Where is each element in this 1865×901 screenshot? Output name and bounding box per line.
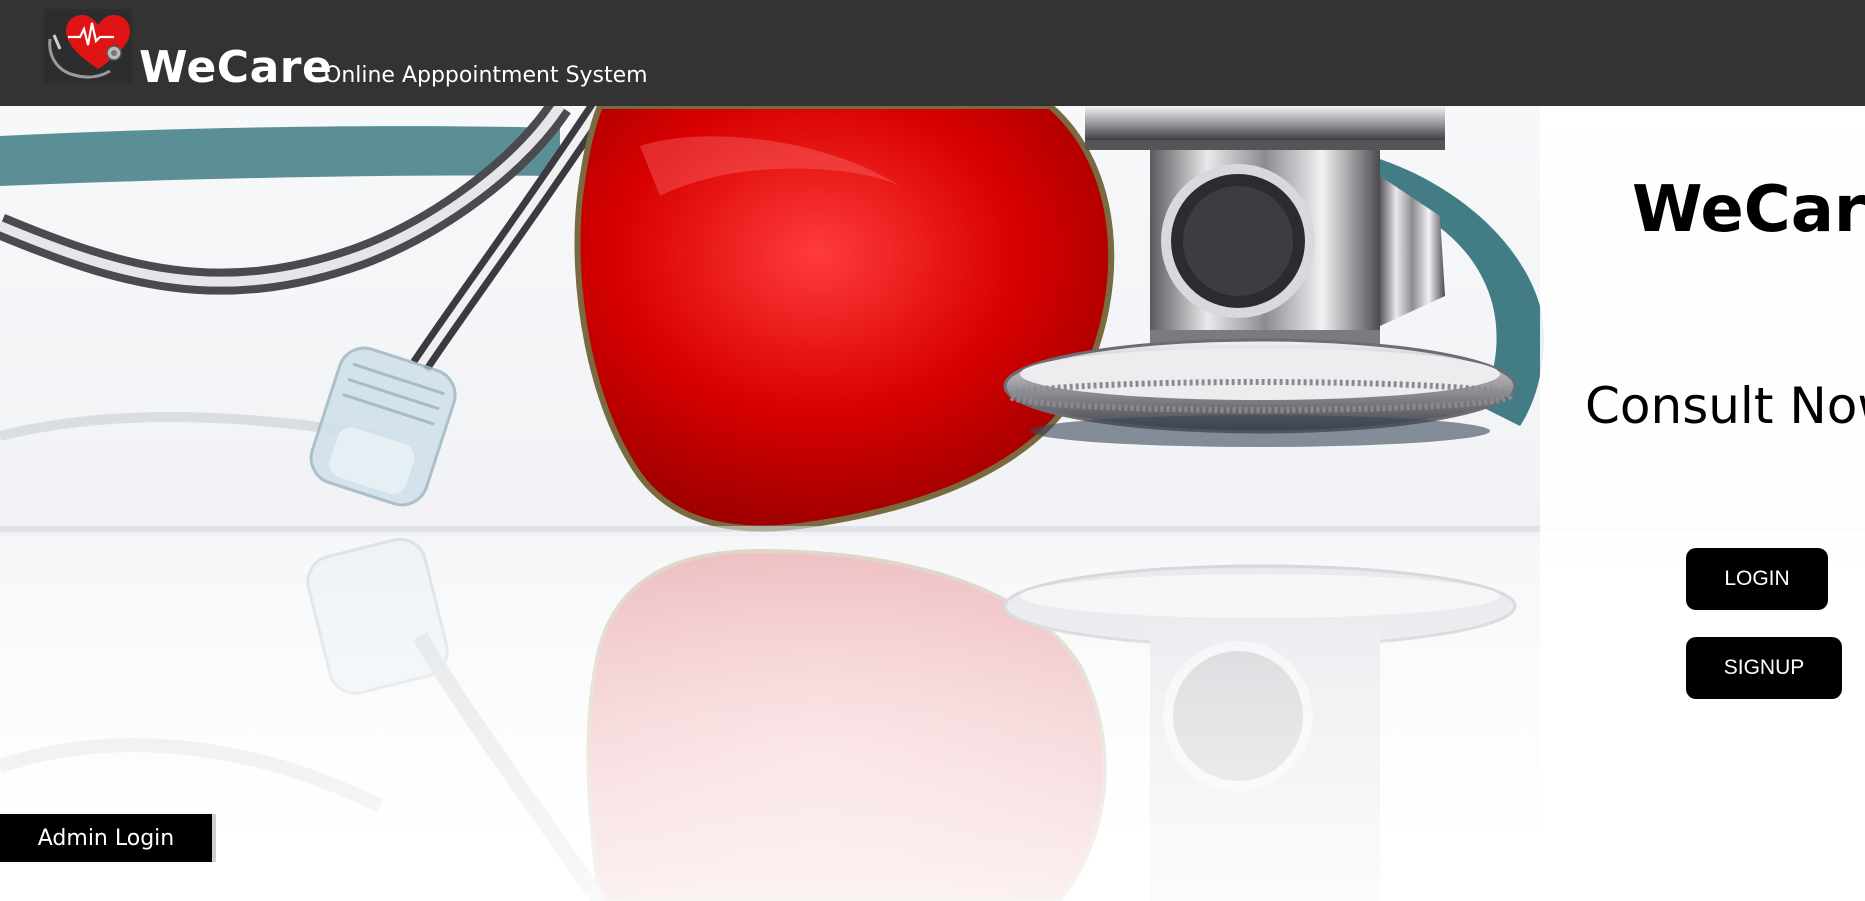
signup-button[interactable]: SIGNUP [1686, 637, 1842, 699]
admin-login-button[interactable]: Admin Login [0, 814, 216, 862]
hero-subtitle: Consult Now [1585, 377, 1865, 435]
hero-section: WeCare Consult Now LOGIN SIGNUP Admin Lo… [0, 106, 1865, 901]
hero-title: WeCare [1632, 173, 1865, 247]
top-header: WeCare Online Apppointment System [0, 0, 1865, 106]
brand-name: WeCare [139, 42, 333, 93]
stethoscope-heart-photo [0, 106, 1865, 901]
heart-stethoscope-icon[interactable] [44, 9, 132, 83]
brand-tagline: Online Apppointment System [324, 63, 648, 88]
login-button[interactable]: LOGIN [1686, 548, 1828, 610]
